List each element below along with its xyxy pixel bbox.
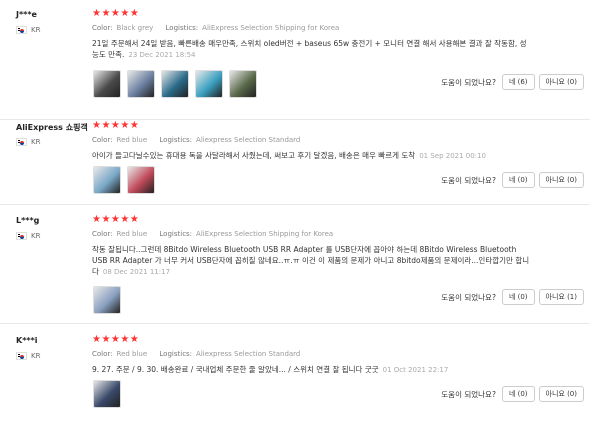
korea-flag-icon	[16, 352, 27, 360]
review-photo[interactable]	[93, 286, 121, 314]
reviewer-name: K***i	[16, 336, 38, 345]
helpful-question: 도움이 되었나요?	[441, 175, 496, 185]
korea-flag-icon	[16, 232, 27, 240]
review-text: 21일 주문해서 24일 받음, 빠른배송 매우만족, 스위치 oled버전 +…	[92, 38, 532, 61]
color-value: Red blue	[116, 230, 148, 238]
review-body: 9. 27. 주문 / 9. 30. 배송완료 / 국내업체 주문한 줄 알았네…	[92, 365, 379, 374]
review-text: 9. 27. 주문 / 9. 30. 배송완료 / 국내업체 주문한 줄 알았네…	[92, 364, 552, 376]
review-date: 08 Dec 2021 11:17	[102, 268, 171, 276]
reviewer-country: KR	[16, 232, 40, 240]
helpful-yes-button[interactable]: 네 (6)	[501, 74, 535, 90]
helpful-vote: 도움이 되었나요? 네 (0) 아니요 (1)	[441, 289, 584, 305]
reviewer-name: L***g	[16, 216, 40, 225]
review-meta: Color: Red blue Logistics: Aliexpress Sele…	[92, 350, 300, 358]
star-rating: ★★★★★	[92, 120, 140, 131]
star-rating: ★★★★★	[92, 334, 140, 345]
review-photo[interactable]	[93, 380, 121, 408]
star-rating: ★★★★★	[92, 214, 140, 225]
review-date: 01 Sep 2021 00:10	[419, 152, 486, 160]
helpful-no-button[interactable]: 아니요 (0)	[538, 172, 584, 188]
helpful-yes-button[interactable]: 네 (0)	[501, 386, 535, 402]
review-photos	[93, 166, 155, 194]
review-photo[interactable]	[93, 166, 121, 194]
review-meta: Color: Red blue Logistics: AliExpress Sele…	[92, 230, 333, 238]
review-photo[interactable]	[229, 70, 257, 98]
review-photo[interactable]	[127, 70, 155, 98]
reviewer-country: KR	[16, 138, 40, 146]
korea-flag-icon	[16, 138, 27, 146]
color-label: Color:	[92, 24, 113, 32]
helpful-question: 도움이 되었나요?	[441, 389, 496, 399]
reviewer-country: KR	[16, 26, 40, 34]
review-date: 23 Dec 2021 18:54	[128, 51, 196, 59]
color-label: Color:	[92, 230, 113, 238]
review-photo[interactable]	[93, 70, 121, 98]
helpful-vote: 도움이 되었나요? 네 (6) 아니요 (0)	[441, 74, 584, 90]
review-body: 아이가 들고다닐수있는 휴대용 독을 사달라해서 사줬는데, 써보고 후기 달겠…	[92, 151, 416, 160]
color-label: Color:	[92, 136, 113, 144]
review-photo[interactable]	[195, 70, 223, 98]
color-value: Red blue	[116, 136, 148, 144]
color-value: Black grey	[116, 24, 154, 32]
review-item: K***i KR ★★★★★ Color: Red blue Logistics:…	[0, 334, 590, 425]
logistics-value: AliExpress Selection Shipping for Korea	[202, 24, 340, 32]
review-photos	[93, 70, 257, 98]
helpful-vote: 도움이 되었나요? 네 (0) 아니요 (0)	[441, 386, 584, 402]
country-code: KR	[31, 26, 41, 34]
reviewer-name: J***e	[16, 10, 37, 19]
color-label: Color:	[92, 350, 113, 358]
country-code: KR	[31, 138, 41, 146]
review-photos	[93, 286, 121, 314]
logistics-label: Logistics:	[159, 136, 193, 144]
review-photo[interactable]	[127, 166, 155, 194]
review-item: L***g KR ★★★★★ Color: Red blue Logistics:…	[0, 214, 590, 324]
review-meta: Color: Red blue Logistics: Aliexpress Sele…	[92, 136, 300, 144]
helpful-yes-button[interactable]: 네 (0)	[501, 172, 535, 188]
review-meta: Color: Black grey Logistics: AliExpress Se…	[92, 24, 339, 32]
helpful-no-button[interactable]: 아니요 (0)	[538, 386, 584, 402]
helpful-question: 도움이 되었나요?	[441, 292, 496, 302]
reviewer-country: KR	[16, 352, 40, 360]
logistics-value: AliExpress Selection Shipping for Korea	[196, 230, 334, 238]
review-item: AliExpress 쇼핑객 KR ★★★★★ Color: Red blue L…	[0, 120, 590, 205]
review-text: 작동 잘됩니다..그런데 8Bitdo Wireless Bluetooth U…	[92, 244, 532, 278]
review-text: 아이가 들고다닐수있는 휴대용 독을 사달라해서 사줬는데, 써보고 후기 달겠…	[92, 150, 552, 162]
logistics-label: Logistics:	[165, 24, 199, 32]
korea-flag-icon	[16, 26, 27, 34]
color-value: Red blue	[116, 350, 148, 358]
star-rating: ★★★★★	[92, 8, 140, 19]
logistics-label: Logistics:	[159, 350, 193, 358]
review-date: 01 Oct 2021 22:17	[382, 366, 449, 374]
country-code: KR	[31, 232, 41, 240]
helpful-yes-button[interactable]: 네 (0)	[501, 289, 535, 305]
helpful-question: 도움이 되었나요?	[441, 77, 496, 87]
helpful-no-button[interactable]: 아니요 (1)	[538, 289, 584, 305]
reviewer-name: AliExpress 쇼핑객	[16, 123, 88, 132]
review-item: J***e KR ★★★★★ Color: Black grey Logistic…	[0, 8, 590, 120]
review-photo[interactable]	[161, 70, 189, 98]
logistics-value: Aliexpress Selection Standard	[196, 136, 301, 144]
country-code: KR	[31, 352, 41, 360]
logistics-label: Logistics:	[159, 230, 193, 238]
review-photos	[93, 380, 121, 408]
helpful-no-button[interactable]: 아니요 (0)	[538, 74, 584, 90]
logistics-value: Aliexpress Selection Standard	[196, 350, 301, 358]
helpful-vote: 도움이 되었나요? 네 (0) 아니요 (0)	[441, 172, 584, 188]
